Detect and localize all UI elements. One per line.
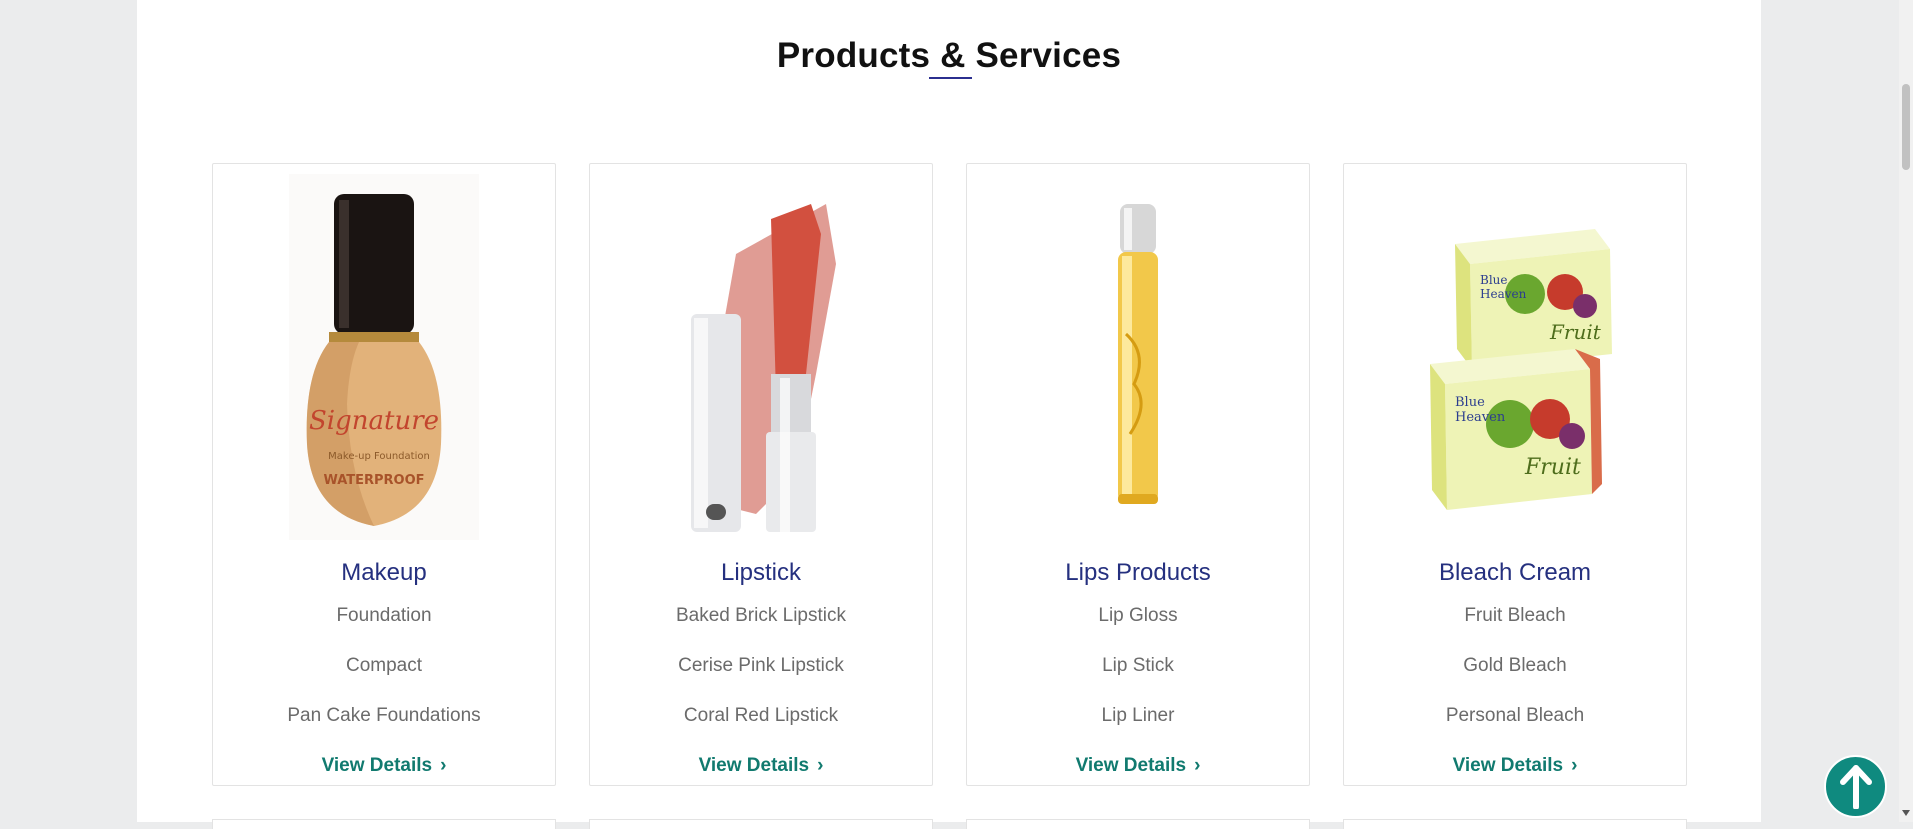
card-item[interactable]: Cerise Pink Lipstick: [590, 655, 932, 677]
card-item[interactable]: Compact: [213, 655, 555, 677]
section-title: Products & Services: [776, 36, 1122, 75]
card-item[interactable]: Lip Stick: [967, 655, 1309, 677]
page-scrollbar[interactable]: [1899, 0, 1913, 822]
product-card-lipstick: Lipstick Baked Brick Lipstick Cerise Pin…: [589, 163, 933, 786]
card-item[interactable]: Personal Bleach: [1344, 705, 1686, 727]
chevron-right-icon: ›: [440, 755, 447, 776]
page-container: Products & Services Signature Make-up Fo…: [137, 0, 1761, 829]
svg-text:Fruit: Fruit: [1549, 320, 1602, 344]
card-title[interactable]: Makeup: [213, 559, 555, 587]
next-row-card: [212, 819, 556, 829]
card-item[interactable]: Gold Bleach: [1344, 655, 1686, 677]
svg-text:Signature: Signature: [309, 406, 439, 436]
card-title[interactable]: Bleach Cream: [1344, 559, 1686, 587]
product-card-lips-products: Lips Products Lip Gloss Lip Stick Lip Li…: [966, 163, 1310, 786]
chevron-right-icon: ›: [1194, 755, 1201, 776]
scroll-to-top-button[interactable]: [1824, 755, 1887, 818]
next-row-card: [589, 819, 933, 829]
card-item[interactable]: Fruit Bleach: [1344, 605, 1686, 627]
card-item[interactable]: Foundation: [213, 605, 555, 627]
scrollbar-thumb[interactable]: [1902, 84, 1910, 170]
svg-text:Blue: Blue: [1455, 395, 1485, 410]
chevron-right-icon: ›: [1571, 755, 1578, 776]
card-title[interactable]: Lipstick: [590, 559, 932, 587]
svg-text:Blue: Blue: [1480, 273, 1508, 287]
lip-oil-roller-image[interactable]: [967, 174, 1309, 540]
foundation-bottle-image[interactable]: Signature Make-up Foundation WATERPROOF: [213, 174, 555, 540]
view-details-link[interactable]: View Details ›: [590, 755, 932, 777]
card-item[interactable]: Baked Brick Lipstick: [590, 605, 932, 627]
arrow-up-icon: [1839, 764, 1872, 809]
title-underline: [929, 77, 972, 79]
view-details-label: View Details: [1452, 755, 1564, 776]
next-row-card: [966, 819, 1310, 829]
svg-text:Make-up Foundation: Make-up Foundation: [328, 451, 430, 462]
svg-text:Fruit: Fruit: [1524, 455, 1581, 480]
view-details-link[interactable]: View Details ›: [213, 755, 555, 777]
card-item[interactable]: Coral Red Lipstick: [590, 705, 932, 727]
svg-text:Heaven: Heaven: [1480, 287, 1527, 301]
card-item[interactable]: Lip Liner: [967, 705, 1309, 727]
bleach-cream-boxes-image[interactable]: Blue Heaven Fruit Blue Heaven Fruit: [1344, 174, 1686, 540]
view-details-label: View Details: [321, 755, 433, 776]
view-details-link[interactable]: View Details ›: [967, 755, 1309, 777]
card-item[interactable]: Lip Gloss: [967, 605, 1309, 627]
svg-text:Heaven: Heaven: [1455, 410, 1506, 425]
lipstick-image[interactable]: [590, 174, 932, 540]
view-details-label: View Details: [1075, 755, 1187, 776]
chevron-right-icon: ›: [817, 755, 824, 776]
scroll-down-arrow-icon[interactable]: [1902, 810, 1910, 816]
product-card-makeup: Signature Make-up Foundation WATERPROOF …: [212, 163, 556, 786]
view-details-label: View Details: [698, 755, 810, 776]
card-item[interactable]: Pan Cake Foundations: [213, 705, 555, 727]
svg-text:WATERPROOF: WATERPROOF: [323, 473, 424, 488]
card-title[interactable]: Lips Products: [967, 559, 1309, 587]
product-card-bleach-cream: Blue Heaven Fruit Blue Heaven Fruit Blea: [1343, 163, 1687, 786]
next-row-card: [1343, 819, 1687, 829]
view-details-link[interactable]: View Details ›: [1344, 755, 1686, 777]
